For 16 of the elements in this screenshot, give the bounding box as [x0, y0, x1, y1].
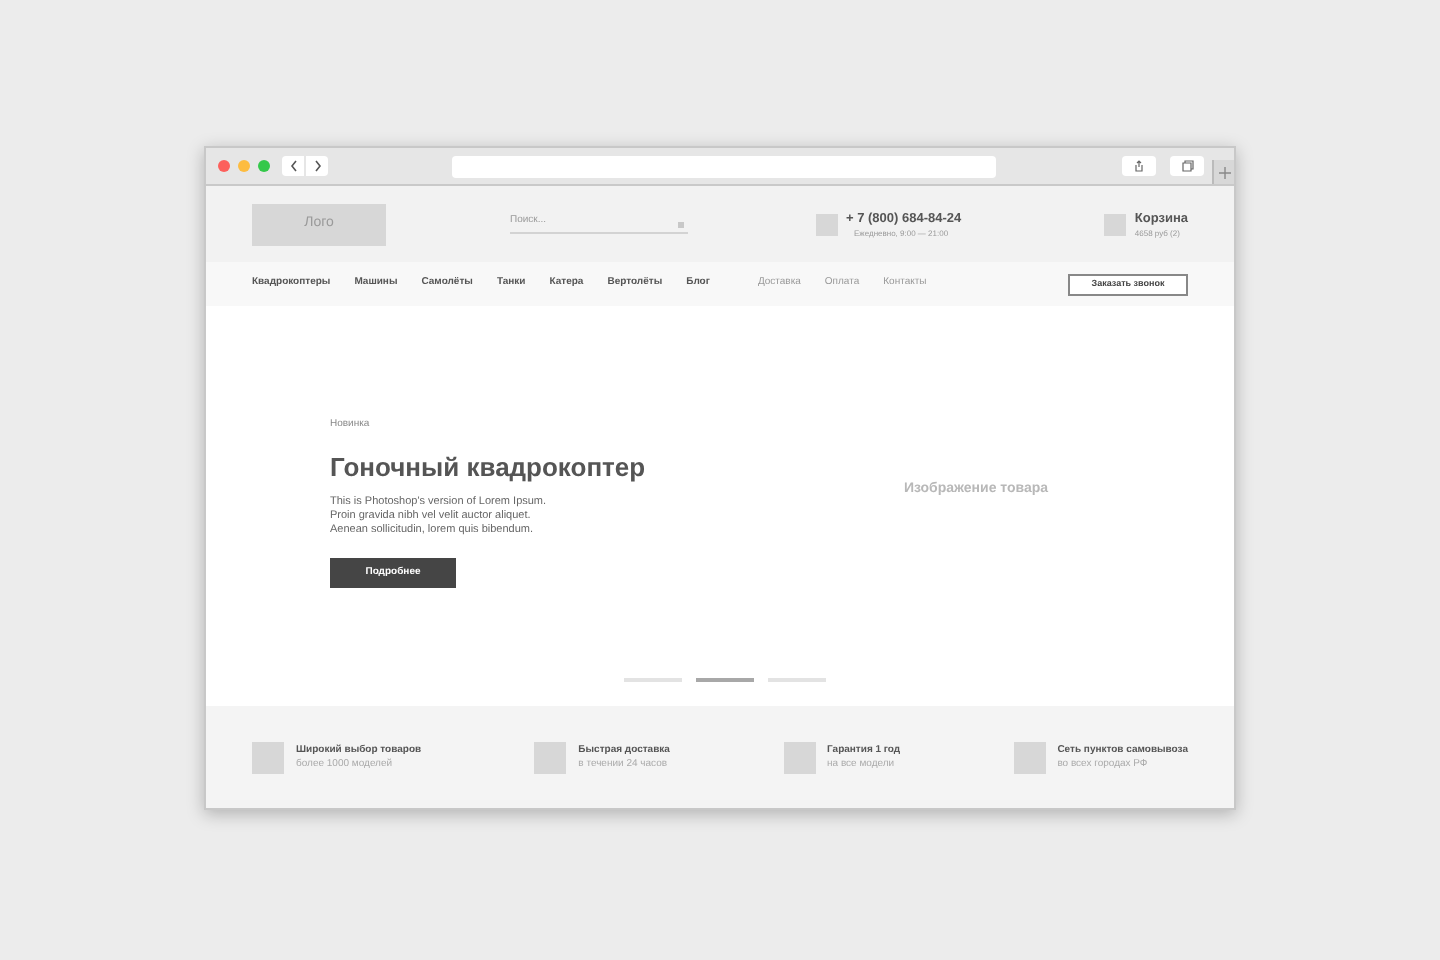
tabs-icon — [1181, 160, 1193, 172]
new-tab-button[interactable] — [1212, 160, 1234, 184]
back-icon — [289, 160, 297, 172]
tabs-button[interactable] — [1170, 156, 1204, 176]
share-button[interactable] — [1122, 156, 1156, 176]
back-button[interactable] — [282, 156, 304, 176]
minimize-window-icon[interactable] — [238, 160, 250, 172]
close-window-icon[interactable] — [218, 160, 230, 172]
forward-icon — [313, 160, 321, 172]
plus-icon — [1217, 165, 1231, 179]
slide-indicator[interactable] — [696, 678, 754, 682]
maximize-window-icon[interactable] — [258, 160, 270, 172]
share-icon — [1134, 160, 1144, 172]
forward-button[interactable] — [306, 156, 328, 176]
hero-title: Гоночный квадрокоптер — [330, 449, 648, 486]
address-bar[interactable] — [452, 155, 996, 177]
